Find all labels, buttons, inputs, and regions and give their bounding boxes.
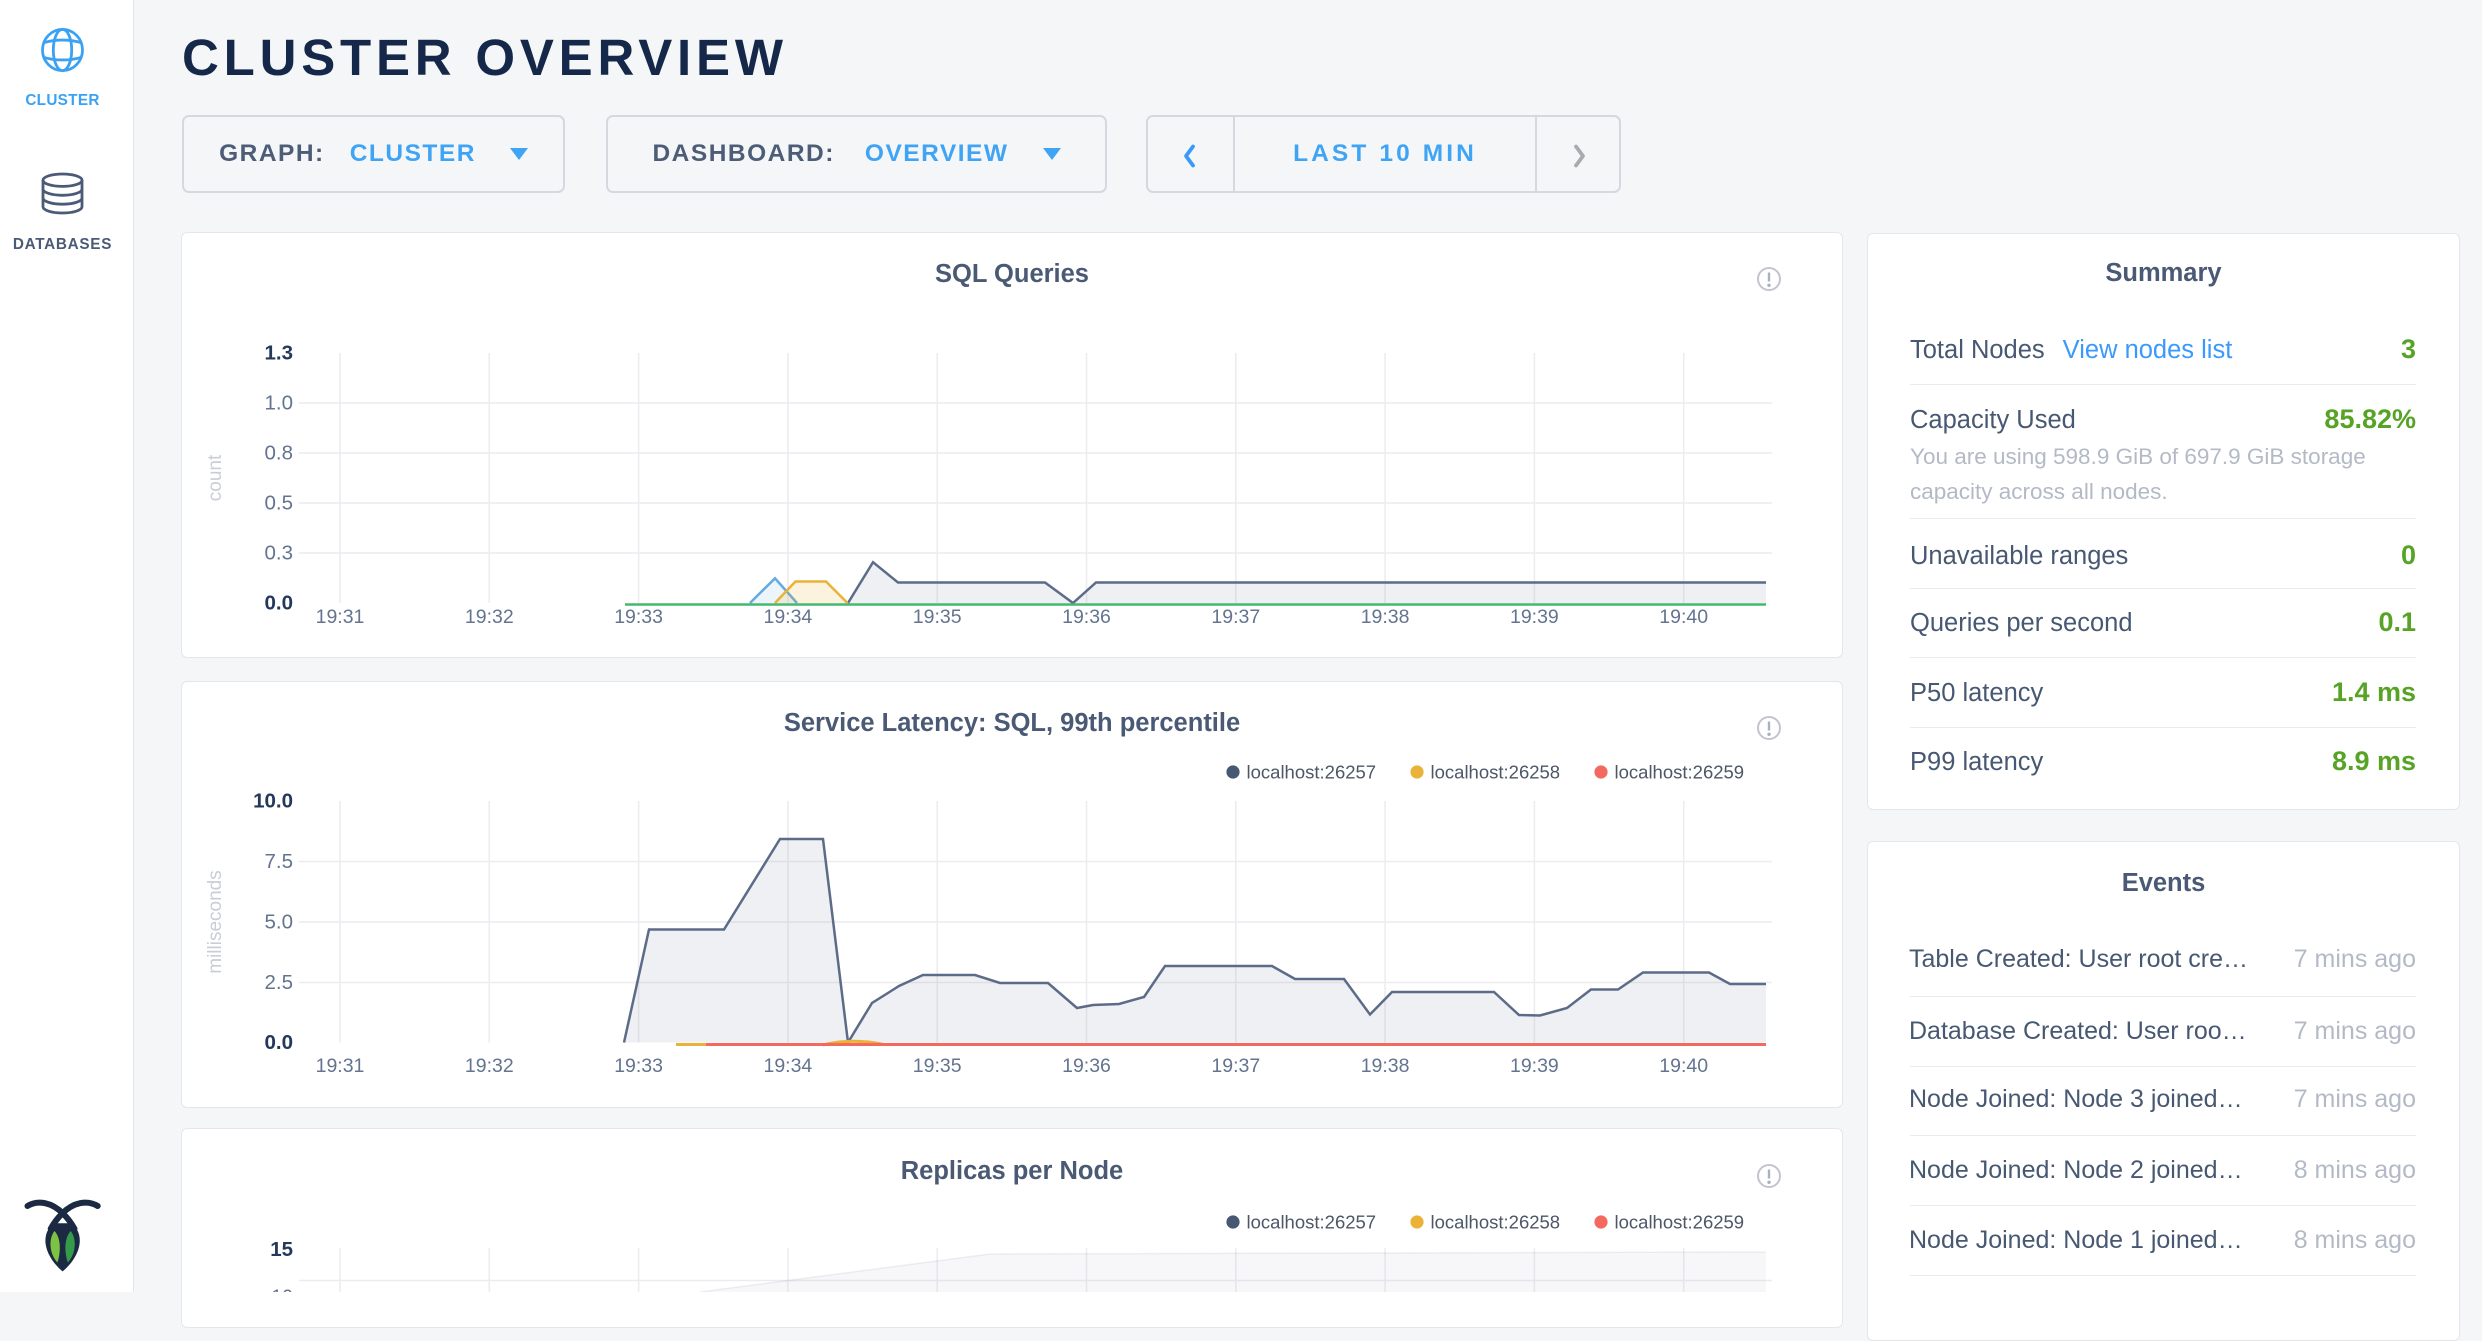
svg-text:localhost:26259: localhost:26259 xyxy=(1615,1212,1745,1233)
svg-text:19:34: 19:34 xyxy=(763,1055,812,1077)
svg-text:milliseconds: milliseconds xyxy=(205,870,226,973)
svg-text:19:39: 19:39 xyxy=(1510,606,1559,628)
svg-text:19:40: 19:40 xyxy=(1659,1055,1708,1077)
svg-text:0.5: 0.5 xyxy=(265,492,294,515)
svg-text:0.0: 0.0 xyxy=(265,592,294,615)
svg-text:19:33: 19:33 xyxy=(614,1055,663,1077)
svg-text:19:32: 19:32 xyxy=(465,1055,514,1077)
svg-text:19:38: 19:38 xyxy=(1361,1055,1410,1077)
svg-text:19:39: 19:39 xyxy=(1510,1055,1559,1077)
svg-text:1.3: 1.3 xyxy=(265,342,294,365)
svg-text:19:31: 19:31 xyxy=(316,606,365,628)
svg-text:5.0: 5.0 xyxy=(265,911,294,934)
svg-text:10.0: 10.0 xyxy=(253,790,293,813)
svg-text:1.0: 1.0 xyxy=(265,392,294,415)
svg-text:10: 10 xyxy=(271,1286,293,1292)
svg-text:0.3: 0.3 xyxy=(265,542,294,565)
svg-text:0.8: 0.8 xyxy=(265,442,294,465)
svg-text:19:40: 19:40 xyxy=(1659,606,1708,628)
svg-text:2.5: 2.5 xyxy=(265,971,294,994)
svg-text:7.5: 7.5 xyxy=(265,850,294,873)
svg-text:19:37: 19:37 xyxy=(1211,1055,1260,1077)
svg-text:15: 15 xyxy=(270,1238,293,1261)
svg-text:localhost:26257: localhost:26257 xyxy=(1247,762,1377,783)
svg-text:localhost:26258: localhost:26258 xyxy=(1431,762,1561,783)
svg-text:0.0: 0.0 xyxy=(265,1031,294,1054)
svg-text:19:34: 19:34 xyxy=(763,606,812,628)
svg-text:19:36: 19:36 xyxy=(1062,606,1111,628)
svg-text:localhost:26258: localhost:26258 xyxy=(1431,1212,1561,1233)
svg-text:19:31: 19:31 xyxy=(316,1055,365,1077)
svg-text:19:36: 19:36 xyxy=(1062,1055,1111,1077)
svg-text:19:37: 19:37 xyxy=(1211,606,1260,628)
svg-text:19:35: 19:35 xyxy=(913,1055,962,1077)
svg-text:19:32: 19:32 xyxy=(465,606,514,628)
svg-text:19:33: 19:33 xyxy=(614,606,663,628)
svg-text:localhost:26259: localhost:26259 xyxy=(1615,762,1745,783)
svg-text:19:38: 19:38 xyxy=(1361,606,1410,628)
svg-text:count: count xyxy=(205,454,226,501)
svg-text:19:35: 19:35 xyxy=(913,606,962,628)
svg-text:localhost:26257: localhost:26257 xyxy=(1247,1212,1377,1233)
